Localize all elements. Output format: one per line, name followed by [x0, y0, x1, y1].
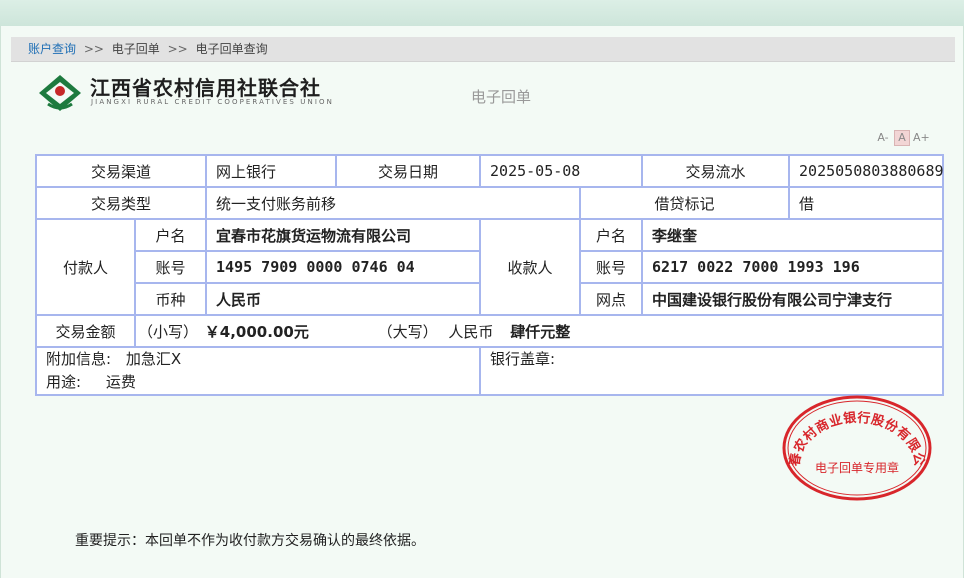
- amount-label: 交易金额: [35, 314, 136, 348]
- payer-name: 宜春市花旗货运物流有限公司: [205, 218, 482, 252]
- payer-currency: 人民币: [205, 282, 482, 316]
- serial-label: 交易流水: [641, 154, 791, 188]
- extra-info-value: 加急汇: [125, 350, 171, 368]
- table-row: 付款人 户名 宜春市花旗货运物流有限公司 收款人 户名 李继奎: [35, 218, 945, 316]
- bank-emblem-icon: [39, 75, 81, 111]
- date-label: 交易日期: [335, 154, 482, 188]
- payee-branch: 中国建设银行股份有限公司宁津支行: [641, 282, 945, 316]
- usage-value: 运费: [105, 373, 136, 391]
- logo-name-cn: 江西省农村信用社联合社: [90, 76, 321, 100]
- type-value: 统一支付账务前移: [205, 186, 582, 220]
- payee-name-label: 户名: [579, 218, 644, 252]
- breadcrumb-separator: >>: [167, 42, 188, 56]
- bank-seal-cell: 银行盖章:: [479, 346, 945, 396]
- document-title: 电子回单: [471, 88, 532, 106]
- table-row: 交易类型 统一支付账务前移 借贷标记 借: [34, 186, 945, 220]
- extra-info-cell: 附加信息: 加急汇X 用途: 运费: [34, 346, 482, 396]
- branch-label: 网点: [579, 282, 644, 316]
- dc-label: 借贷标记: [579, 186, 791, 220]
- svg-text:宜春农村商业银行股份有限公司: 宜春农村商业银行股份有限公司: [781, 394, 926, 468]
- serial-value: 2025050803880689: [788, 154, 945, 188]
- breadcrumb: 账户查询 >> 电子回单 >> 电子回单查询: [11, 37, 955, 62]
- payee-name: 李继奎: [641, 218, 945, 252]
- date-value: 2025-05-08: [479, 154, 644, 188]
- channel-value: 网上银行: [205, 154, 338, 188]
- amount-big-value: 肆仟元整: [510, 322, 571, 341]
- table-row: 附加信息: 加急汇X 用途: 运费 银行盖章:: [34, 346, 945, 396]
- bank-logo: 江西省农村信用社联合社 JIANGXI RURAL CREDIT COOPERA…: [38, 72, 418, 112]
- breadcrumb-item-account-query[interactable]: 账户查询: [28, 42, 76, 56]
- payee-label: 收款人: [479, 218, 582, 316]
- type-label: 交易类型: [34, 186, 208, 220]
- payee-account: 6217 0022 7000 1993 196: [641, 250, 945, 284]
- bank-seal-label: 银行盖章:: [490, 350, 556, 368]
- extra-info-x: X: [170, 350, 182, 368]
- logo-name-en: JIANGXI RURAL CREDIT COOPERATIVES UNION: [91, 98, 334, 106]
- amount-big-currency: 人民币: [448, 322, 494, 341]
- breadcrumb-separator: >>: [83, 42, 104, 56]
- dc-value: 借: [788, 186, 945, 220]
- channel-label: 交易渠道: [34, 154, 208, 188]
- important-note: 重要提示：本回单不作为收付款方交易确认的最终依据。: [75, 533, 425, 549]
- top-bar: [0, 0, 964, 27]
- payer-label: 付款人: [35, 218, 136, 316]
- amount-small-label: （小写）: [138, 322, 199, 341]
- breadcrumb-item-e-receipt-query: 电子回单查询: [195, 42, 268, 56]
- table-row: 交易金额 （小写） ￥4,000.00元 （大写） 人民币 肆仟元整: [35, 314, 945, 348]
- font-smaller-button[interactable]: A-: [875, 130, 891, 146]
- breadcrumb-item-e-receipt[interactable]: 电子回单: [112, 42, 160, 56]
- extra-info-label: 附加信息:: [46, 350, 112, 368]
- stamp-ring-text: 宜春农村商业银行股份有限公司: [781, 394, 926, 468]
- font-normal-button[interactable]: A: [894, 130, 910, 146]
- receipt-table: 交易渠道 网上银行 交易日期 2025-05-08 交易流水 202505080…: [34, 154, 945, 396]
- font-larger-button[interactable]: A+: [913, 130, 930, 146]
- amount-big-label: （大写）: [377, 322, 438, 341]
- bank-seal-stamp: 宜春农村商业银行股份有限公司 电子回单专用章: [781, 394, 932, 501]
- payee-account-label: 账号: [579, 250, 644, 284]
- payer-account-label: 账号: [133, 250, 208, 284]
- payer-account: 1495 7909 0000 0746 04: [205, 250, 482, 284]
- amount-small-value: ￥4,000.00元: [204, 322, 309, 341]
- payer-name-label: 户名: [133, 218, 208, 252]
- amount-cell: （小写） ￥4,000.00元 （大写） 人民币 肆仟元整: [133, 314, 945, 348]
- currency-label: 币种: [133, 282, 208, 316]
- font-size-controls: A- A A+: [872, 130, 930, 146]
- usage-label: 用途:: [46, 373, 82, 391]
- stamp-center-text: 电子回单专用章: [815, 460, 899, 475]
- table-row: 交易渠道 网上银行 交易日期 2025-05-08 交易流水 202505080…: [34, 154, 945, 188]
